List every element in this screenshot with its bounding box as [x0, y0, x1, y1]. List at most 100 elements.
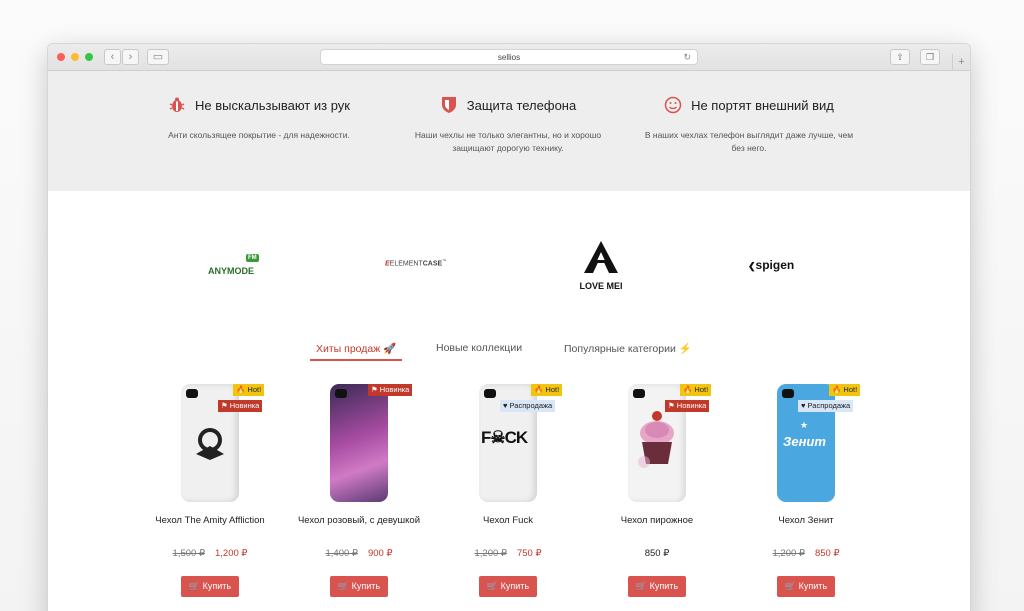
product-name[interactable]: Чехол розовый, с девушкой	[284, 514, 434, 542]
feature-title: Защита телефона	[466, 97, 577, 113]
buy-button[interactable]: 🛒 Купить	[628, 576, 686, 597]
feature-protection: Защита телефона Наши чехлы не только эле…	[398, 96, 618, 155]
feature-desc: Наши чехлы не только элегантны, но и хор…	[414, 130, 602, 153]
hot-badge: 🔥 Hot!	[680, 384, 712, 396]
sale-badge: ♥ Распродажа	[798, 400, 854, 412]
feature-desc: Анти скользящее покрытие - для надежност…	[168, 130, 350, 140]
current-price: 1,200 ₽	[215, 548, 248, 559]
product-image[interactable]: 🔥 Hot! ⚑ Новинка	[181, 384, 265, 502]
hot-badge: 🔥 Hot!	[531, 384, 563, 396]
zoom-window-button[interactable]	[85, 53, 93, 61]
feature-nonslip: Не выскальзывают из рук Анти скользящее …	[149, 96, 369, 142]
current-price: 850 ₽	[644, 548, 670, 559]
shield-icon	[440, 96, 458, 114]
reload-icon[interactable]: ↻	[683, 50, 691, 65]
product-card[interactable]: 🔥 Hot! ⚑ Новинка Чехол The Amity Afflict…	[135, 384, 285, 597]
brand-anymode-logo[interactable]: ANYMODE FM	[208, 254, 259, 276]
hot-badge: 🔥 Hot!	[233, 384, 265, 396]
smile-icon	[664, 96, 682, 114]
forward-button[interactable]: ›	[122, 49, 139, 65]
bug-icon	[168, 96, 186, 114]
product-image[interactable]: F☠CK 🔥 Hot! ♥ Распродажа	[479, 384, 563, 502]
browser-toolbar: ‹ › ▭ sellios ↻ ⇧ ❐ +	[48, 44, 970, 71]
buy-button[interactable]: 🛒 Купить	[777, 576, 835, 597]
case-print-text: F☠CK	[481, 428, 528, 447]
share-icon: ⇧	[896, 52, 904, 62]
product-name[interactable]: Чехол Зенит	[731, 514, 881, 542]
hot-badge: 🔥 Hot!	[829, 384, 861, 396]
feature-desc: В наших чехлах телефон выглядит даже луч…	[644, 130, 854, 153]
product-prices: 1,200 ₽ 850 ₽	[731, 548, 881, 562]
sale-badge: ♥ Распродажа	[500, 400, 556, 412]
brand-spigen-logo[interactable]: ❮spigen	[748, 258, 794, 272]
address-bar[interactable]: sellios ↻	[320, 49, 698, 65]
new-tab-button[interactable]: +	[952, 54, 970, 71]
tab-bestsellers[interactable]: Хиты продаж 🚀	[309, 342, 403, 361]
brand-elementcase-logo[interactable]: EELEMENTCASE™	[385, 258, 446, 267]
camera-icon	[633, 389, 645, 398]
product-card[interactable]: ★ Зенит 🔥 Hot! ♥ Распродажа Чехол Зенит …	[731, 384, 881, 597]
product-image[interactable]: ⚑ Новинка	[330, 384, 413, 502]
minimize-window-button[interactable]	[71, 53, 79, 61]
features-section: Не выскальзывают из рук Анти скользящее …	[48, 71, 970, 191]
camera-icon	[335, 389, 347, 398]
tab-new-collections[interactable]: Новые коллекции	[436, 342, 522, 354]
buy-button[interactable]: 🛒 Купить	[479, 576, 537, 597]
buy-button[interactable]: 🛒 Купить	[330, 576, 388, 597]
tabs-icon: ❐	[925, 52, 935, 62]
amity-emblem-icon	[196, 428, 224, 460]
brand-lovemei-text: LOVE MEI	[579, 281, 623, 291]
share-button[interactable]: ⇧	[890, 49, 910, 65]
brand-element-suffix: CASE	[422, 260, 443, 268]
current-price: 750 ₽	[516, 548, 542, 559]
product-name[interactable]: Чехол Fuck	[433, 514, 583, 542]
product-prices: 1,400 ₽ 900 ₽	[284, 548, 434, 562]
product-card[interactable]: F☠CK 🔥 Hot! ♥ Распродажа Чехол Fuck 1,20…	[433, 384, 583, 597]
old-price: 1,400 ₽	[325, 548, 358, 559]
product-name[interactable]: Чехол пирожное	[582, 514, 732, 542]
product-card[interactable]: 🔥 Hot! ⚑ Новинка Чехол пирожное 850 ₽ 🛒 …	[582, 384, 732, 597]
new-badge: ⚑ Новинка	[368, 384, 413, 396]
browser-window: ‹ › ▭ sellios ↻ ⇧ ❐ + Не выскальзывают и…	[48, 44, 970, 611]
old-price: 1,200 ₽	[474, 548, 507, 559]
old-price: 1,200 ₽	[772, 548, 805, 559]
tab-popular-categories[interactable]: Популярные категории ⚡	[564, 342, 692, 355]
case-print-text: Зенит	[783, 434, 826, 449]
star-icon: ★	[800, 420, 809, 430]
product-tabs: Хиты продаж 🚀 Новые коллекции Популярные…	[48, 342, 970, 362]
sidebar-toggle-button[interactable]: ▭	[147, 49, 169, 65]
brand-spigen-text: spigen	[755, 258, 795, 272]
product-image[interactable]: ★ Зенит 🔥 Hot! ♥ Распродажа	[777, 384, 861, 502]
url-text: sellios	[497, 53, 521, 62]
brand-anymode-badge: FM	[246, 254, 259, 262]
product-image[interactable]: 🔥 Hot! ⚑ Новинка	[628, 384, 712, 502]
new-badge: ⚑ Новинка	[665, 400, 710, 412]
current-price: 850 ₽	[814, 548, 840, 559]
chevron-left-icon: ‹	[110, 51, 115, 63]
product-prices: 850 ₽	[582, 548, 732, 562]
camera-icon	[484, 389, 496, 398]
brand-element-prefix: ELEMENT	[389, 260, 423, 268]
feature-look: Не портят внешний вид В наших чехлах тел…	[639, 96, 859, 155]
product-card[interactable]: ⚑ Новинка Чехол розовый, с девушкой 1,40…	[284, 384, 434, 597]
back-button[interactable]: ‹	[104, 49, 121, 65]
product-prices: 1,200 ₽ 750 ₽	[433, 548, 583, 562]
buy-button[interactable]: 🛒 Купить	[181, 576, 239, 597]
screen: ‹ › ▭ sellios ↻ ⇧ ❐ + Не выскальзывают и…	[0, 0, 1024, 611]
new-badge: ⚑ Новинка	[218, 400, 263, 412]
tabs-overview-button[interactable]: ❐	[920, 49, 940, 65]
feature-title: Не выскальзывают из рук	[195, 97, 350, 113]
camera-icon	[186, 389, 198, 398]
product-prices: 1,500 ₽ 1,200 ₽	[135, 548, 285, 562]
spigen-mark-icon: ❮	[748, 261, 756, 271]
chevron-right-icon: ›	[128, 51, 133, 63]
close-window-button[interactable]	[57, 53, 65, 61]
product-name[interactable]: Чехол The Amity Affliction	[135, 514, 285, 542]
lovemei-emblem-icon	[584, 241, 618, 273]
old-price: 1,500 ₽	[172, 548, 205, 559]
brand-lovemei-logo[interactable]: LOVE MEI	[571, 240, 631, 291]
cupcake-icon	[638, 411, 674, 468]
sidebar-icon: ▭	[152, 51, 164, 63]
brand-anymode-text: ANYMODE	[208, 266, 255, 276]
feature-title: Не портят внешний вид	[691, 97, 834, 113]
